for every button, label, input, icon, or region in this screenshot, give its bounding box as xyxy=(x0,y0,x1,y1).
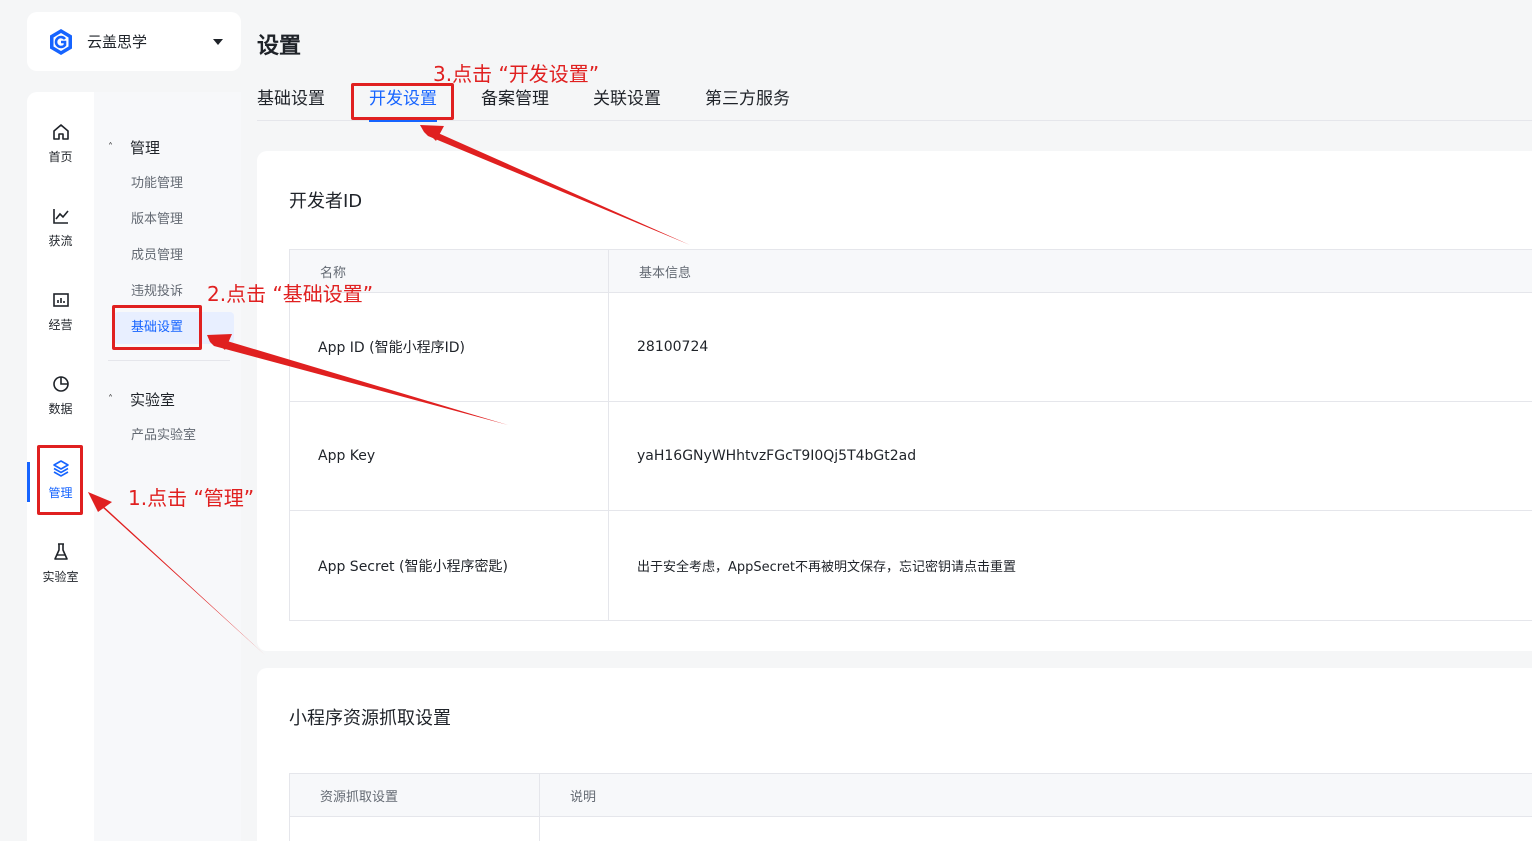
app-switcher[interactable]: 云盖思学 xyxy=(27,12,241,71)
nav-item-version-management[interactable]: 版本管理 xyxy=(114,204,234,236)
annotation-step-3: 3.点击 “开发设置” xyxy=(433,62,600,86)
app-name: 云盖思学 xyxy=(87,33,148,51)
rail-item-home[interactable]: 首页 xyxy=(27,112,94,174)
rail-item-traffic[interactable]: 获流 xyxy=(27,196,94,258)
resource-crawl-card: 小程序资源抓取设置 资源抓取设置 说明 xyxy=(257,668,1532,841)
column-header-crawl-setting: 资源抓取设置 xyxy=(290,774,540,816)
home-icon xyxy=(52,123,69,140)
nav-item-basic-settings[interactable]: 基础设置 xyxy=(114,312,234,344)
row-name: App ID (智能小程序ID) xyxy=(290,293,609,401)
rail-item-label: 数据 xyxy=(48,401,73,416)
rail-item-label: 管理 xyxy=(48,485,73,500)
nav-item-feature-management[interactable]: 功能管理 xyxy=(114,168,234,200)
nav-group-label: 管理 xyxy=(130,139,161,157)
rail-item-label: 经营 xyxy=(48,317,73,332)
chevron-up-icon: ˄ xyxy=(108,142,113,153)
settings-tabs: 基础设置 开发设置 备案管理 关联设置 第三方服务 xyxy=(257,84,1532,122)
tab-filing-management[interactable]: 备案管理 xyxy=(481,84,549,121)
rail-active-indicator xyxy=(27,462,30,502)
tab-third-party-services[interactable]: 第三方服务 xyxy=(705,84,790,121)
table-cell xyxy=(540,817,1532,841)
rail-item-business[interactable]: 经营 xyxy=(27,280,94,342)
rail-item-label: 获流 xyxy=(48,233,73,248)
app-id-value[interactable]: 28100724 xyxy=(609,293,1532,401)
table-row: App Key yaH16GNyWHhtvzFGcT9I0Qj5T4bGt2ad xyxy=(290,402,1532,511)
developer-id-table: 名称 基本信息 App ID (智能小程序ID) 28100724 App Ke… xyxy=(289,249,1532,621)
nav-divider xyxy=(108,360,230,361)
card-title: 开发者ID xyxy=(289,191,363,212)
rail-item-lab[interactable]: 实验室 xyxy=(27,532,94,594)
rail-item-label: 实验室 xyxy=(42,569,79,584)
rail-item-label: 首页 xyxy=(48,149,73,164)
layers-icon xyxy=(52,459,69,477)
resource-crawl-table: 资源抓取设置 说明 xyxy=(289,773,1532,841)
bar-chart-icon xyxy=(52,292,69,307)
chevron-down-icon[interactable] xyxy=(213,38,223,45)
annotation-step-2: 2.点击 “基础设置” xyxy=(207,282,374,306)
annotation-step-1: 1.点击 “管理” xyxy=(128,486,255,510)
primary-nav-rail: 首页 获流 经营 数据 管理 实验室 xyxy=(27,92,94,841)
tab-dev-settings[interactable]: 开发设置 xyxy=(369,84,437,122)
app-logo-icon xyxy=(50,28,72,55)
column-header-info: 基本信息 xyxy=(639,265,692,281)
flask-icon xyxy=(53,542,68,560)
app-key-value[interactable]: yaH16GNyWHhtvzFGcT9I0Qj5T4bGt2ad xyxy=(609,402,1532,510)
table-header: 名称 基本信息 xyxy=(290,250,1532,293)
line-chart-icon xyxy=(52,208,69,224)
table-cell xyxy=(290,817,540,841)
table-row: App Secret (智能小程序密匙) 出于安全考虑，AppSecret不再被… xyxy=(290,511,1532,620)
table-row: App ID (智能小程序ID) 28100724 xyxy=(290,293,1532,402)
chevron-up-icon: ˄ xyxy=(108,394,113,405)
row-name: App Secret (智能小程序密匙) xyxy=(290,511,609,620)
nav-item-product-lab[interactable]: 产品实验室 xyxy=(114,420,234,452)
page-title: 设置 xyxy=(257,34,302,59)
app-secret-value: 出于安全考虑，AppSecret不再被明文保存，忘记密钥请点击重置 xyxy=(637,560,1016,575)
tab-association-settings[interactable]: 关联设置 xyxy=(593,84,661,121)
column-header-description: 说明 xyxy=(570,789,597,805)
secondary-nav: ˄ 管理 功能管理 版本管理 成员管理 违规投诉 基础设置 ˄ 实验室 产品实验… xyxy=(94,92,241,841)
developer-id-card: 开发者ID 名称 基本信息 App ID (智能小程序ID) 28100724 … xyxy=(257,151,1532,651)
card-title: 小程序资源抓取设置 xyxy=(289,708,451,729)
table-row xyxy=(290,817,1532,841)
nav-group-label: 实验室 xyxy=(130,391,176,409)
rail-item-manage[interactable]: 管理 xyxy=(27,448,94,510)
rail-item-data[interactable]: 数据 xyxy=(27,364,94,426)
nav-group-lab[interactable]: ˄ 实验室 xyxy=(108,389,175,410)
nav-item-member-management[interactable]: 成员管理 xyxy=(114,240,234,272)
nav-group-manage[interactable]: ˄ 管理 xyxy=(108,137,160,158)
row-name: App Key xyxy=(290,402,609,510)
table-header: 资源抓取设置 说明 xyxy=(290,774,1532,817)
tab-basic-settings[interactable]: 基础设置 xyxy=(257,84,325,121)
pie-chart-icon xyxy=(52,375,69,392)
